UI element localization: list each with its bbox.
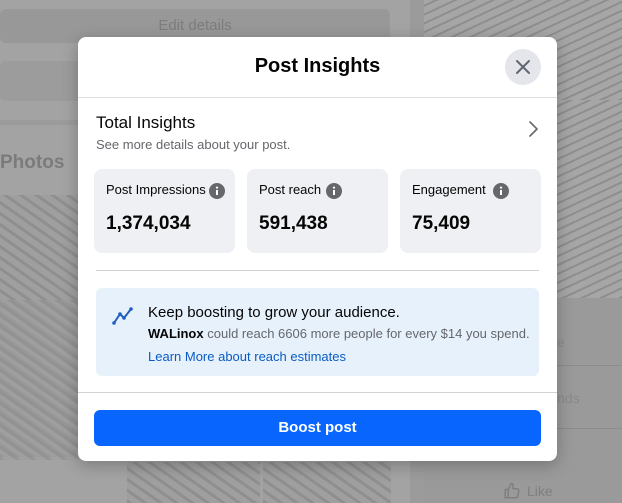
boost-post-button[interactable]: Boost post	[94, 410, 541, 446]
boost-promo-title: Keep boosting to grow your audience.	[148, 304, 400, 321]
dialog-header: Post Insights	[78, 37, 557, 98]
info-icon[interactable]	[493, 183, 509, 199]
stat-label: Post reach	[259, 182, 322, 197]
close-button[interactable]	[505, 49, 541, 85]
post-insights-dialog: Post Insights Total Insights See more de…	[78, 37, 557, 461]
boost-promo-description-text: could reach 6606 more people for every $…	[207, 326, 530, 341]
stat-card-impressions: Post Impressions 1,374,034	[94, 169, 235, 253]
page-name: WALinox	[148, 326, 204, 341]
photo-thumbnail	[0, 300, 78, 460]
total-insights-title: Total Insights	[96, 113, 196, 132]
photos-title: Photos	[0, 152, 65, 173]
photo-thumbnail	[263, 462, 391, 503]
divider	[96, 270, 539, 271]
stat-value: 591,438	[259, 213, 328, 234]
dialog-title: Post Insights	[254, 55, 381, 77]
trend-up-icon	[112, 307, 133, 325]
stat-label: Engagement	[412, 182, 486, 197]
info-icon[interactable]	[209, 183, 225, 199]
total-insights-row[interactable]: Total Insights See more details about yo…	[96, 113, 541, 155]
stat-card-engagement: Engagement 75,409	[400, 169, 541, 253]
close-icon	[516, 60, 530, 74]
stat-value: 1,374,034	[106, 213, 191, 234]
chevron-right-icon	[529, 121, 538, 137]
faded-text: e	[557, 334, 565, 350]
like-label: Like	[527, 483, 553, 499]
stat-value: 75,409	[412, 213, 471, 234]
learn-more-link[interactable]: Learn More about reach estimates	[148, 349, 346, 364]
stat-card-reach: Post reach 591,438	[247, 169, 388, 253]
stat-label: Post Impressions	[106, 182, 206, 197]
faded-text: nds	[557, 390, 580, 406]
info-icon[interactable]	[326, 183, 342, 199]
thumbs-up-icon	[504, 482, 520, 499]
post-photo	[557, 100, 622, 298]
total-insights-subtitle: See more details about your post.	[96, 137, 291, 152]
boost-promo-description: WALinox could reach 6606 more people for…	[148, 326, 530, 341]
footer-divider	[78, 392, 557, 393]
photo-thumbnail	[127, 462, 260, 503]
boost-promo-box: Keep boosting to grow your audience. WAL…	[96, 288, 539, 376]
like-button: Like	[503, 482, 553, 500]
